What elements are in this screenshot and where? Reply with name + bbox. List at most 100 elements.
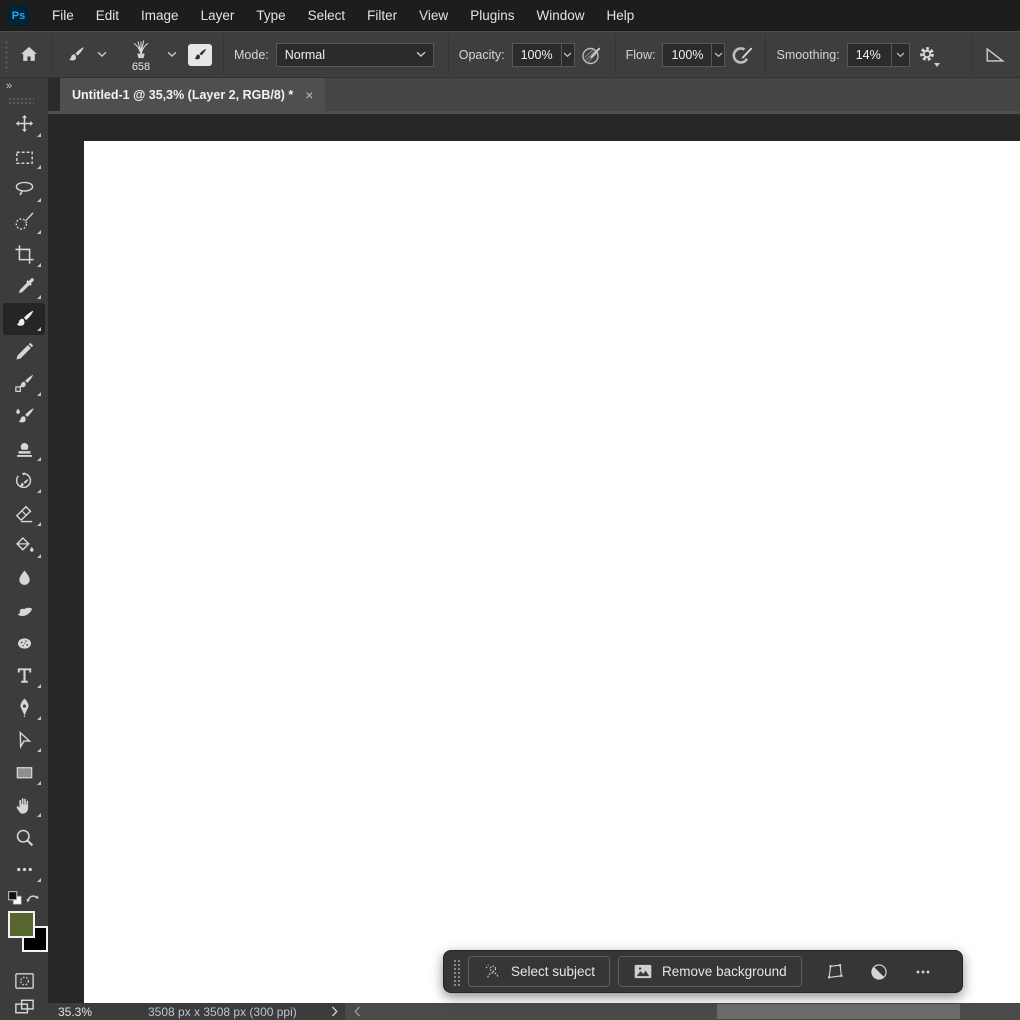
- flyout-indicator: [37, 521, 41, 526]
- smoothing-field[interactable]: 14%: [846, 42, 910, 67]
- menu-image[interactable]: Image: [130, 0, 190, 31]
- more-options-button[interactable]: [904, 956, 942, 988]
- selection-brush-tool[interactable]: [3, 206, 45, 238]
- crop-tool[interactable]: [3, 238, 45, 270]
- airbrush-button[interactable]: [725, 37, 759, 73]
- menu-view[interactable]: View: [408, 0, 459, 31]
- chevron-down-icon[interactable]: [167, 51, 177, 58]
- edit-toolbar[interactable]: [3, 854, 45, 886]
- menu-filter[interactable]: Filter: [356, 0, 408, 31]
- separator: [447, 34, 449, 75]
- mixer-brush-tool[interactable]: [3, 400, 45, 432]
- separator: [765, 34, 767, 75]
- brush-settings-panel-toggle[interactable]: [183, 37, 217, 73]
- opacity-label: Opacity:: [458, 47, 505, 62]
- home-button[interactable]: [12, 37, 46, 73]
- smudge-tool[interactable]: [3, 594, 45, 626]
- flyout-indicator: [37, 683, 41, 688]
- brush-panel-toggle-icon: [188, 43, 212, 66]
- menu-bar: Ps File Edit Image Layer Type Select Fil…: [0, 0, 1020, 31]
- pressure-opacity-icon: [580, 43, 604, 67]
- document-tab[interactable]: Untitled-1 @ 35,3% (Layer 2, RGB/8) * ×: [60, 78, 326, 111]
- chevron-down-icon[interactable]: [890, 43, 909, 66]
- transform-button[interactable]: [816, 956, 854, 988]
- menu-window[interactable]: Window: [525, 0, 595, 31]
- blur-tool[interactable]: [3, 562, 45, 594]
- horizontal-scrollbar[interactable]: [345, 1003, 1020, 1020]
- adjustment-button[interactable]: [860, 956, 898, 988]
- menu-file[interactable]: File: [41, 0, 85, 31]
- history-brush-tool[interactable]: [3, 465, 45, 497]
- flyout-indicator: [37, 133, 41, 138]
- options-bar-grip[interactable]: [2, 37, 8, 72]
- default-colors-icon[interactable]: [6, 889, 24, 907]
- status-expand-chevron-icon[interactable]: [331, 1006, 339, 1017]
- smoothing-options-button[interactable]: [910, 37, 944, 73]
- menu-layer[interactable]: Layer: [190, 0, 246, 31]
- brush-tool-icon: [66, 45, 86, 65]
- move-tool[interactable]: [3, 109, 45, 141]
- menu-help[interactable]: Help: [595, 0, 645, 31]
- rectangle-tool[interactable]: [3, 756, 45, 788]
- brush-preset-picker[interactable]: 658: [121, 36, 161, 73]
- remove-background-label: Remove background: [662, 964, 787, 979]
- eraser-tool[interactable]: [3, 497, 45, 529]
- zoom-tool[interactable]: [3, 821, 45, 853]
- screen-mode-toggle[interactable]: [3, 994, 45, 1020]
- panel-drag-handle[interactable]: [8, 97, 34, 106]
- current-tool-preset[interactable]: [59, 37, 93, 73]
- hand-tool[interactable]: [3, 789, 45, 821]
- pencil-tool[interactable]: [3, 335, 45, 367]
- flyout-indicator: [37, 554, 41, 559]
- chevron-down-icon: [933, 62, 940, 67]
- lasso-tool[interactable]: [3, 173, 45, 205]
- color-replacement-tool[interactable]: [3, 368, 45, 400]
- pressure-opacity-button[interactable]: [575, 37, 609, 73]
- chevron-down-icon: [416, 51, 433, 58]
- flyout-indicator: [37, 230, 41, 235]
- chevron-down-icon[interactable]: [711, 43, 724, 66]
- scroll-left-icon[interactable]: [353, 1006, 361, 1017]
- remove-background-button[interactable]: Remove background: [618, 956, 802, 987]
- document-canvas[interactable]: [84, 141, 1020, 1003]
- quick-mask-toggle[interactable]: [3, 968, 45, 994]
- taskbar-drag-handle[interactable]: [452, 957, 460, 986]
- tools-panel: »: [0, 78, 48, 1020]
- zoom-level-field[interactable]: 35.3%: [58, 1005, 110, 1019]
- brush-angle-icon: [984, 44, 1006, 66]
- rectangular-marquee-tool[interactable]: [3, 141, 45, 173]
- pen-tool[interactable]: [3, 692, 45, 724]
- clone-stamp-tool[interactable]: [3, 433, 45, 465]
- brush-size-value: 658: [131, 61, 151, 73]
- foreground-color-swatch[interactable]: [8, 911, 35, 938]
- flow-field[interactable]: 100%: [662, 42, 726, 67]
- chevron-down-icon[interactable]: [97, 51, 107, 58]
- swap-colors-icon[interactable]: [24, 890, 42, 906]
- collapse-panel-button[interactable]: »: [6, 80, 48, 93]
- type-tool[interactable]: [3, 659, 45, 691]
- chevron-down-icon[interactable]: [560, 43, 574, 66]
- mode-select[interactable]: Normal: [275, 42, 434, 67]
- horizontal-scrollbar-thumb[interactable]: [717, 1004, 960, 1019]
- menu-plugins[interactable]: Plugins: [459, 0, 525, 31]
- document-tab-title: Untitled-1 @ 35,3% (Layer 2, RGB/8) *: [72, 87, 294, 102]
- menu-type[interactable]: Type: [245, 0, 296, 31]
- direct-selection-tool[interactable]: [3, 724, 45, 756]
- flyout-indicator: [37, 489, 41, 494]
- close-icon[interactable]: ×: [305, 87, 313, 103]
- contextual-taskbar: Select subject Remove background: [443, 950, 963, 993]
- select-subject-button[interactable]: Select subject: [468, 956, 611, 987]
- eyedropper-tool[interactable]: [3, 271, 45, 303]
- sponge-tool[interactable]: [3, 627, 45, 659]
- brush-angle-button[interactable]: [978, 37, 1012, 73]
- opacity-field[interactable]: 100%: [511, 42, 575, 67]
- menu-edit[interactable]: Edit: [85, 0, 130, 31]
- mode-value: Normal: [284, 47, 326, 62]
- paint-bucket-tool[interactable]: [3, 530, 45, 562]
- remove-background-icon: [633, 963, 653, 980]
- brush-preset-grass-icon: [130, 36, 152, 60]
- menu-select[interactable]: Select: [297, 0, 357, 31]
- document-info: 3508 px x 3508 px (300 ppi): [148, 1004, 297, 1019]
- status-bar: 35.3% 3508 px x 3508 px (300 ppi): [48, 1003, 1020, 1020]
- brush-tool[interactable]: [3, 302, 45, 336]
